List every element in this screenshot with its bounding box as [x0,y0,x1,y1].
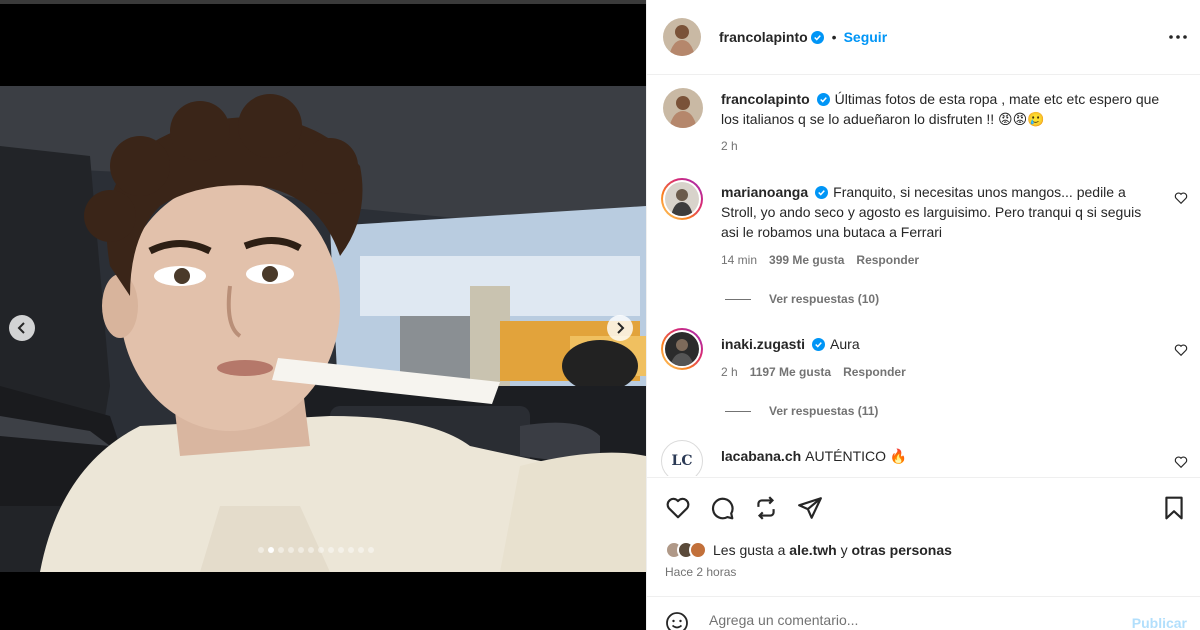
share-send-icon[interactable] [797,495,823,521]
caption-text: francolapinto Últimas fotos de esta ropa … [721,89,1161,129]
commenter-avatar[interactable] [661,328,703,370]
follow-button[interactable]: Seguir [844,29,888,45]
carousel-dot [328,547,334,553]
comment-body: AUTÉNTICO 🔥 [805,448,908,464]
likes-text: Les gusta a ale.twh y otras personas [713,542,952,558]
commenter-avatar-logo: LC [671,453,693,469]
carousel-dot [298,547,304,553]
save-bookmark-icon[interactable] [1161,495,1187,521]
comment-text: lacabana.ch AUTÉNTICO 🔥 [721,446,1161,466]
author-username[interactable]: francolapinto [719,29,808,45]
verified-badge-icon [812,338,826,351]
comment-meta: 14 min 399 Me gusta Responder [721,253,919,267]
carousel-dot [278,547,284,553]
carousel-dot [368,547,374,553]
replies-line [725,410,751,412]
comment-bubble-icon[interactable] [709,495,735,521]
carousel-dot [308,547,314,553]
carousel-dot [258,547,264,553]
verified-badge-icon [810,30,824,44]
comment-time: 14 min [721,253,758,267]
comment-text: inaki.zugasti Aura [721,334,1161,354]
likes-user-link[interactable]: ale.twh [789,542,836,558]
comment-text: marianoanga Franquito, si necesitas unos … [721,182,1161,242]
post-photo [0,86,646,572]
likes-middle: y [836,542,852,558]
comment-meta: 2 h 1197 Me gusta Responder [721,365,906,379]
publish-button[interactable]: Publicar [1132,615,1187,630]
comment-composer: Publicar [647,596,1200,630]
caption-username[interactable]: francolapinto [721,91,810,107]
comment-likes[interactable]: 399 Me gusta [769,253,844,267]
like-comment-heart-icon[interactable] [1174,343,1188,357]
reply-button[interactable]: Responder [856,253,919,267]
more-options-icon[interactable] [1167,28,1189,46]
post-sidebar: francolapinto • Seguir francolapinto Últi… [646,0,1200,630]
comment-body: Aura [830,336,860,352]
carousel-dot [358,547,364,553]
post-media [0,0,646,630]
separator-dot: • [831,29,837,45]
chevron-left-icon [17,322,25,334]
top-strip [0,0,646,4]
liker-avatar [689,541,707,559]
post-header: francolapinto • Seguir [647,0,1200,75]
likes-prefix: Les gusta a [713,542,790,558]
replies-line [725,298,751,300]
like-comment-heart-icon[interactable] [1174,455,1188,469]
like-comment-heart-icon[interactable] [1174,191,1188,205]
comment-time: 2 h [721,365,738,379]
carousel-dot [348,547,354,553]
reply-button[interactable]: Responder [843,365,906,379]
comment-username[interactable]: lacabana.ch [721,448,801,464]
author-avatar[interactable] [663,18,701,56]
comment-username[interactable]: inaki.zugasti [721,336,805,352]
previous-slide-button[interactable] [9,315,35,341]
comment-input[interactable] [709,612,1109,628]
view-replies-button[interactable]: Ver respuestas (11) [725,404,878,418]
author-avatar[interactable] [663,88,703,128]
verified-badge-icon [815,186,829,199]
emoji-icon[interactable] [665,611,689,630]
caption-time: 2 h [721,139,738,153]
repost-icon[interactable] [753,495,779,521]
view-replies-label: Ver respuestas (11) [769,404,879,418]
likes-others-link[interactable]: otras personas [852,542,952,558]
comments-list: francolapinto Últimas fotos de esta ropa … [647,76,1200,476]
likes-summary: Les gusta a ale.twh y otras personas [665,541,952,559]
carousel-dot [318,547,324,553]
comment-likes[interactable]: 1197 Me gusta [750,365,831,379]
view-replies-label: Ver respuestas (10) [769,292,880,306]
chevron-right-icon [617,322,625,334]
header-user: francolapinto • Seguir [719,29,887,45]
carousel-dot [288,547,294,553]
like-heart-icon[interactable] [665,495,691,521]
next-slide-button[interactable] [607,315,633,341]
caption-meta: 2 h [721,139,738,153]
carousel-dot [338,547,344,553]
comment-username[interactable]: marianoanga [721,184,808,200]
view-replies-button[interactable]: Ver respuestas (10) [725,292,879,306]
verified-badge-icon [816,93,830,106]
commenter-avatar[interactable] [661,178,703,220]
post-time: Hace 2 horas [665,565,737,579]
carousel-indicator [258,547,374,553]
commenter-avatar[interactable]: LC [661,440,703,476]
carousel-dot [268,547,274,553]
